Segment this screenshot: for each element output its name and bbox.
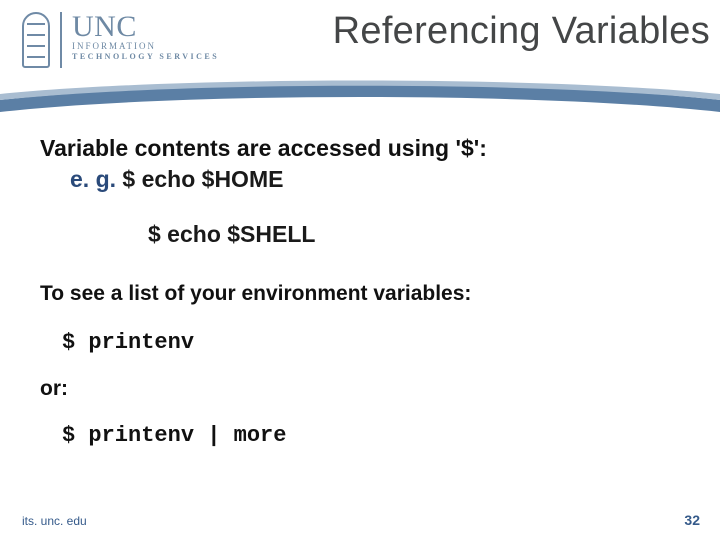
example2-cmd: $ echo $SHELL — [148, 221, 690, 248]
printenv-cmd: $ printenv — [62, 330, 690, 355]
example1-cmd: $ echo $HOME — [122, 166, 283, 192]
printenv-more-cmd: $ printenv | more — [62, 423, 690, 448]
footer-url: its. unc. edu — [22, 514, 87, 528]
logo: UNC INFORMATION TECHNOLOGY SERVICES — [22, 12, 219, 68]
logo-divider — [60, 12, 62, 68]
logo-sub-information: INFORMATION — [72, 41, 219, 51]
slide: UNC INFORMATION TECHNOLOGY SERVICES Refe… — [0, 0, 720, 540]
old-well-icon — [22, 12, 50, 68]
logo-unc: UNC — [72, 12, 219, 42]
intro-text: Variable contents are accessed using '$'… — [40, 135, 690, 162]
slide-header: UNC INFORMATION TECHNOLOGY SERVICES Refe… — [0, 0, 720, 108]
logo-text: UNC INFORMATION TECHNOLOGY SERVICES — [72, 12, 219, 61]
or-text: or: — [40, 377, 690, 401]
logo-sub-tech-services: TECHNOLOGY SERVICES — [72, 52, 219, 61]
envlist-text: To see a list of your environment variab… — [40, 282, 690, 306]
example-line-1: e. g. $ echo $HOME — [70, 166, 690, 193]
swoosh-divider — [0, 78, 720, 118]
slide-body: Variable contents are accessed using '$'… — [40, 135, 690, 448]
slide-title: Referencing Variables — [333, 10, 710, 53]
eg-label: e. g. — [70, 166, 116, 192]
page-number: 32 — [684, 512, 700, 528]
